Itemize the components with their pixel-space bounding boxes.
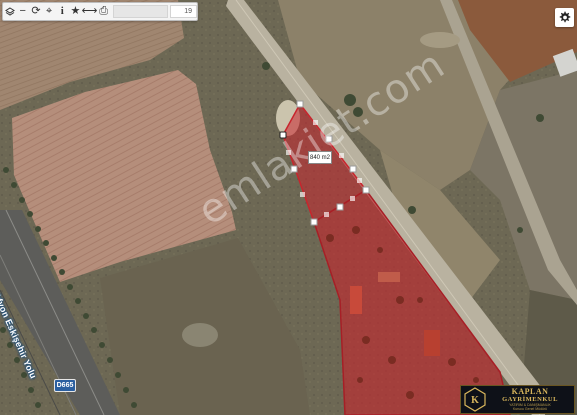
- zoom-out-button[interactable]: −: [16, 3, 29, 20]
- crosshair-icon: ⌖: [46, 5, 53, 17]
- settings-button[interactable]: [555, 8, 574, 27]
- minus-icon: −: [19, 5, 26, 17]
- road-shield: D665: [54, 379, 76, 392]
- refresh-icon: ⟳: [31, 5, 41, 17]
- print-button[interactable]: ⎙: [97, 3, 110, 20]
- layers-icon: [4, 6, 15, 16]
- star-icon: ★: [70, 5, 81, 17]
- info-button[interactable]: i: [56, 3, 69, 20]
- zoom-level-field[interactable]: 19: [169, 5, 197, 18]
- map-toolbar: − ⟳ ⌖ i ★ ⟷ ⎙ 19: [2, 2, 198, 21]
- agency-role: Kurucu Genel Müdürü: [512, 406, 548, 411]
- measure-button[interactable]: ⟷: [81, 3, 98, 20]
- layers-button[interactable]: [3, 3, 16, 20]
- area-label: 840 m2: [308, 151, 332, 164]
- agency-logo-icon: K: [464, 387, 486, 412]
- info-icon: i: [60, 5, 64, 17]
- locate-button[interactable]: ⌖: [43, 3, 56, 20]
- printer-icon: ⎙: [99, 5, 109, 17]
- satellite-map[interactable]: emlakjet.com 840 m2 Afyon Eskişehir Yolu…: [0, 0, 577, 415]
- satellite-imagery: [0, 0, 577, 415]
- ruler-icon: ⟷: [81, 5, 98, 17]
- agency-name: KAPLAN: [511, 386, 549, 396]
- search-input[interactable]: [113, 5, 168, 18]
- favorite-button[interactable]: ★: [69, 3, 82, 20]
- agency-badge: K KAPLAN GAYRİMENKUL YATIRIM & DANIŞMANL…: [460, 385, 575, 414]
- refresh-button[interactable]: ⟳: [29, 3, 42, 20]
- gear-icon: [559, 11, 571, 23]
- svg-text:K: K: [471, 395, 479, 406]
